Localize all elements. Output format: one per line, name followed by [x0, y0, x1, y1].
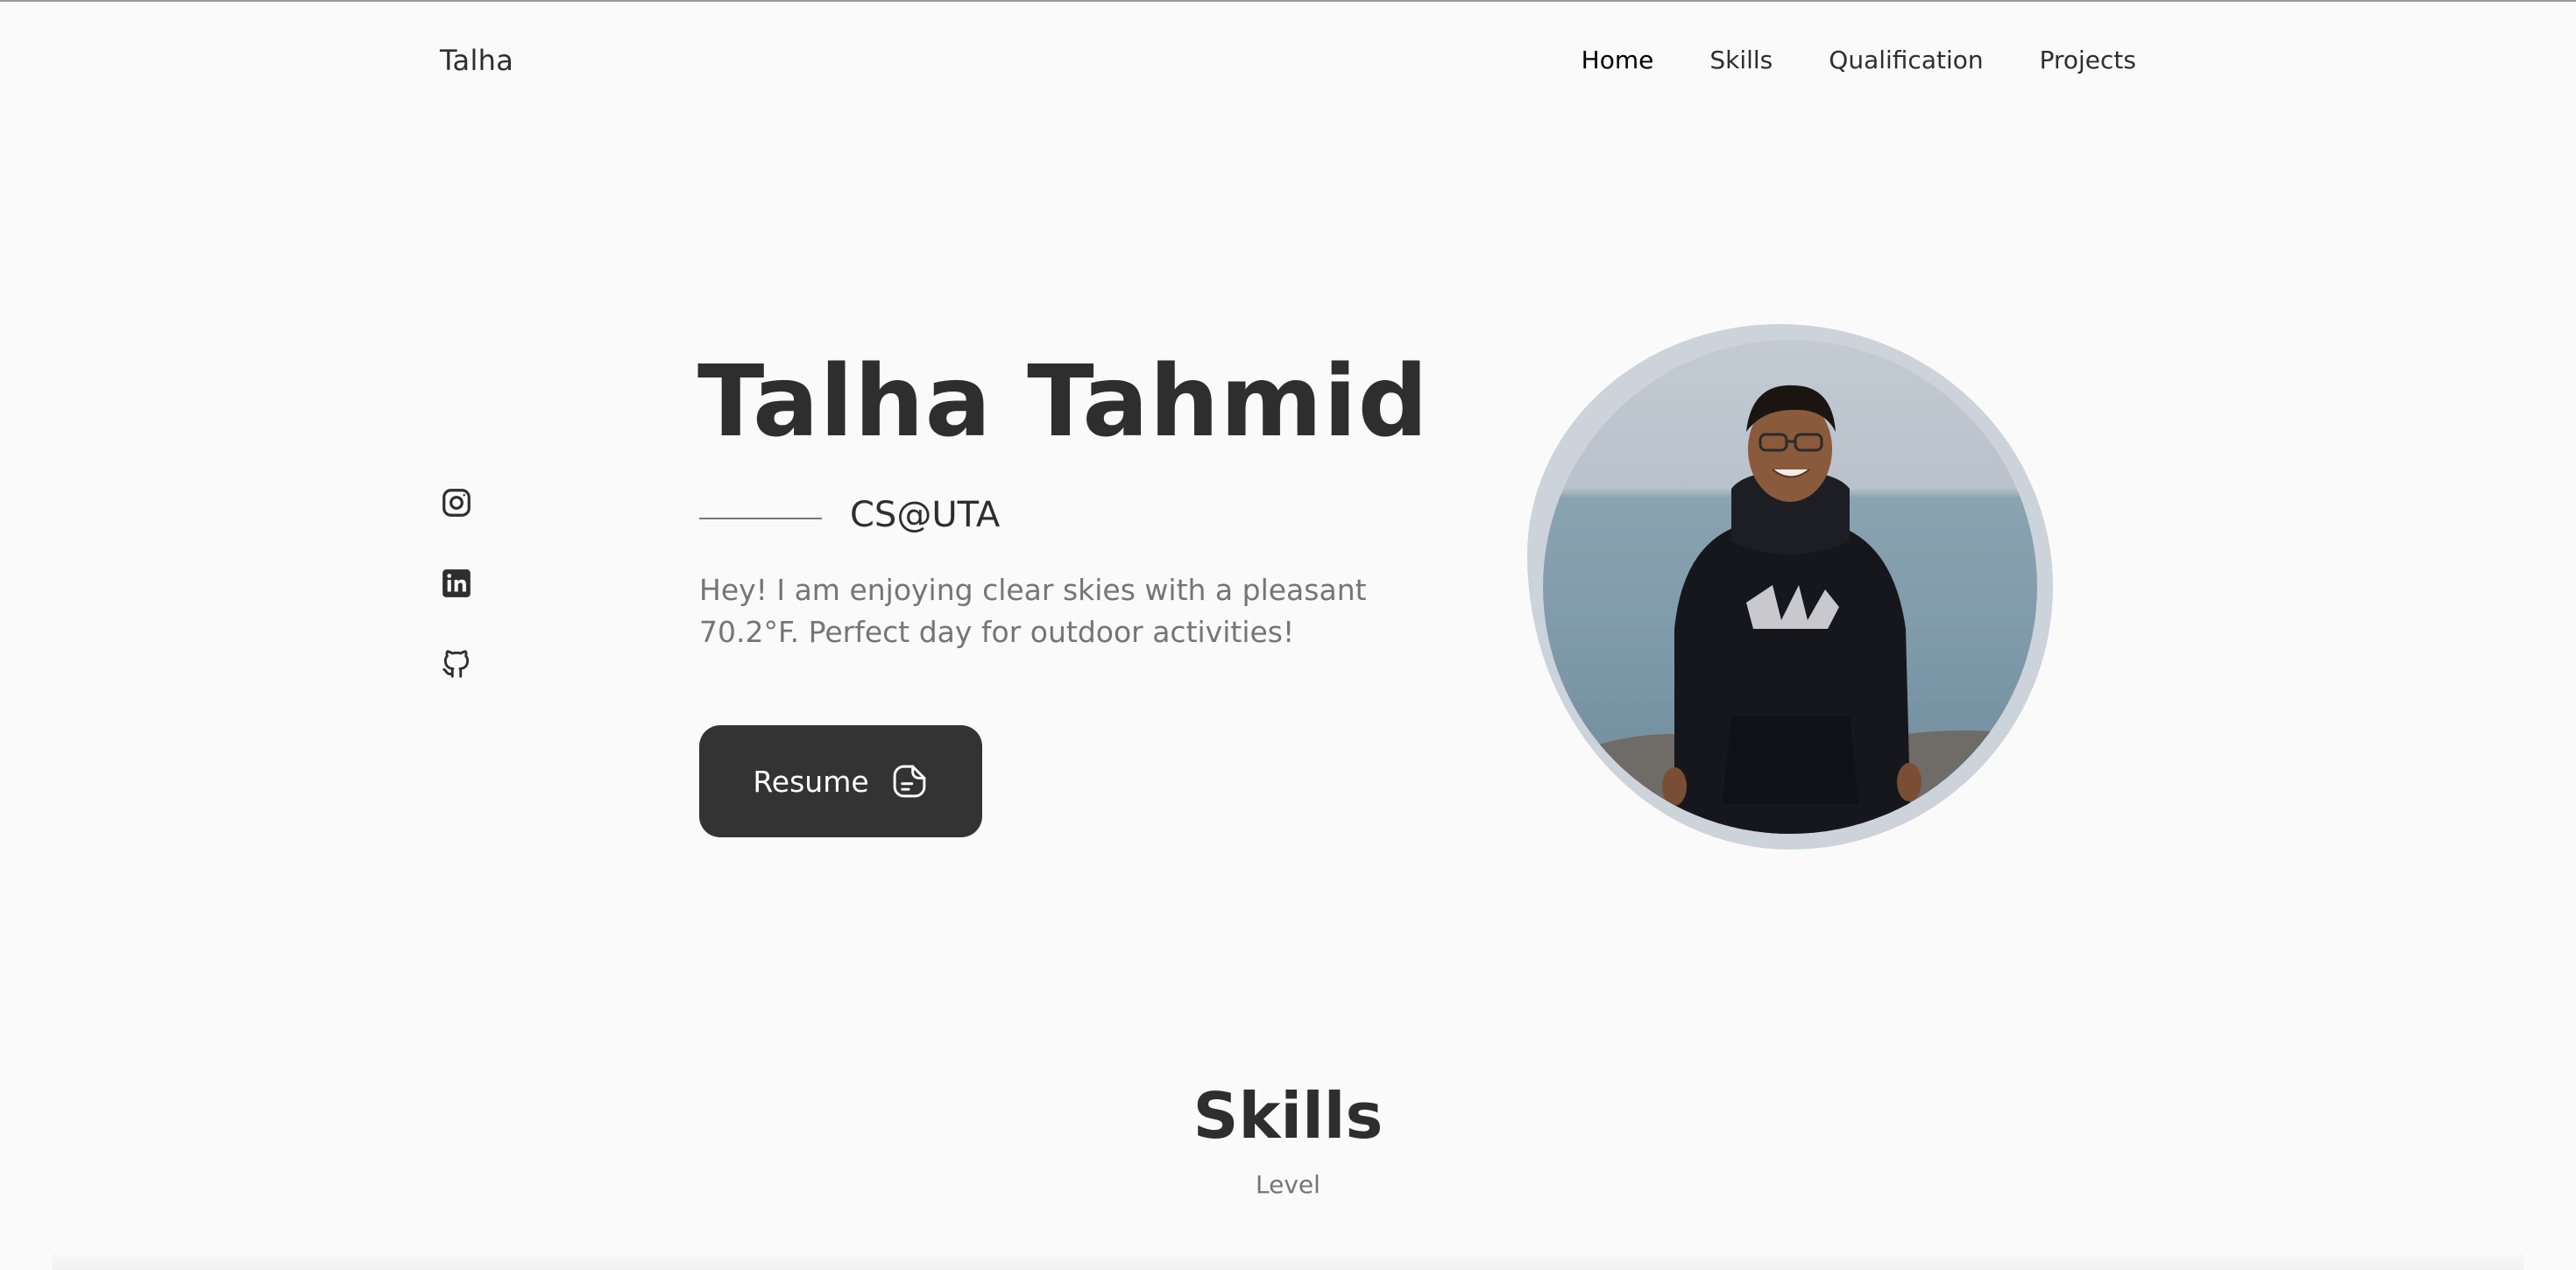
profile-photo-illustration	[1543, 385, 2037, 834]
main-nav: Home Skills Qualification Projects	[1582, 46, 2136, 74]
nav-skills[interactable]: Skills	[1709, 46, 1773, 74]
nav-qualification[interactable]: Qualification	[1829, 46, 1983, 74]
nav-home[interactable]: Home	[1582, 46, 1654, 74]
hero-description: Hey! I am enjoying clear skies with a pl…	[699, 573, 1367, 649]
instagram-icon[interactable]	[440, 486, 473, 519]
github-icon[interactable]	[440, 647, 473, 681]
profile-photo-frame	[1527, 324, 2053, 850]
section-card-edge	[53, 1252, 2523, 1270]
subtitle-divider	[699, 518, 822, 519]
hero-name: Talha Tahmid	[697, 345, 1429, 459]
document-icon	[893, 765, 925, 798]
resume-label: Resume	[753, 764, 869, 799]
skills-subtitle: Level	[1256, 1170, 1320, 1199]
nav-projects[interactable]: Projects	[2040, 46, 2136, 74]
profile-photo	[1543, 340, 2037, 834]
resume-button[interactable]: Resume	[699, 725, 982, 837]
linkedin-icon[interactable]	[440, 567, 473, 600]
hero-subtitle: CS@UTA	[850, 495, 1001, 535]
site-header: Talha Home Skills Qualification Projects	[0, 0, 2576, 127]
skills-heading: Skills	[1192, 1079, 1384, 1153]
logo[interactable]: Talha	[440, 44, 513, 77]
